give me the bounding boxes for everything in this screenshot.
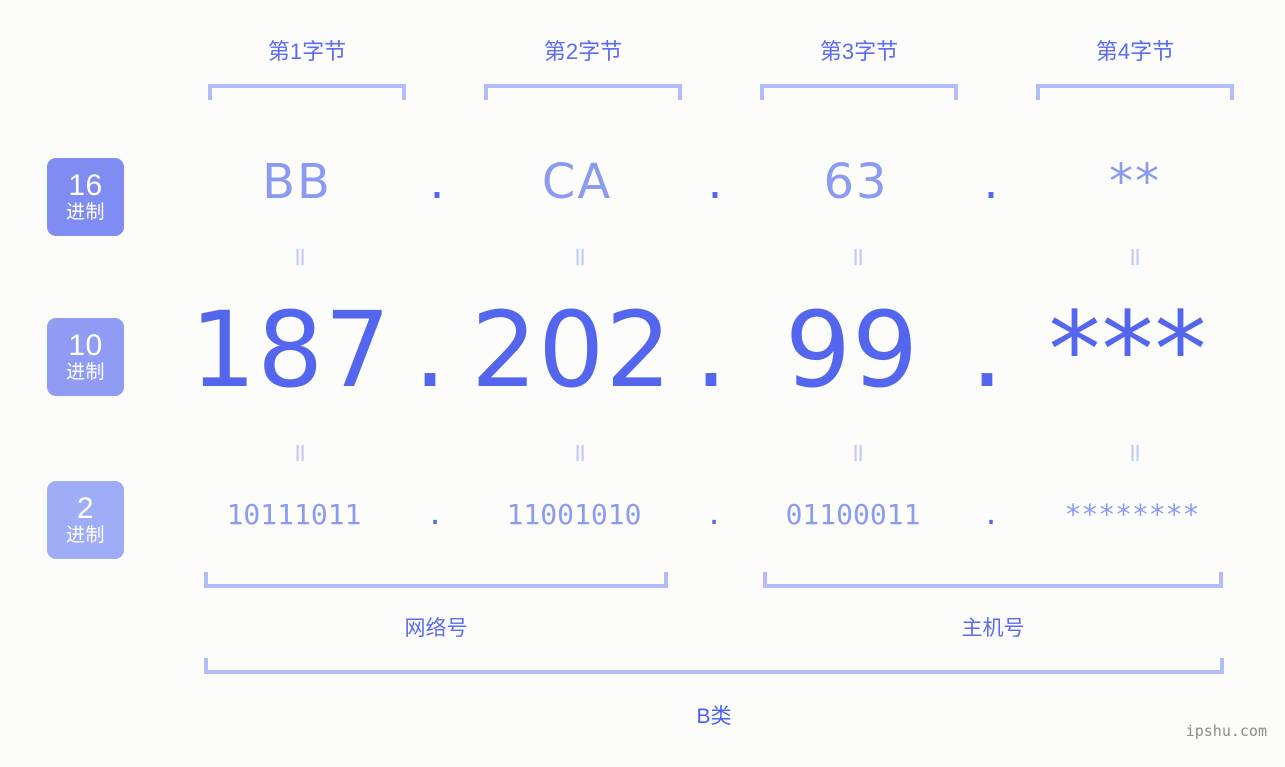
hex-byte-3: 63: [823, 154, 889, 210]
byte-header-label-3: 第3字节: [819, 39, 899, 64]
binary-separator-3: .: [982, 498, 1000, 531]
byte-bracket-1: [208, 84, 406, 100]
byte-header-label-4: 第4字节: [1095, 39, 1175, 64]
hex-byte-1: BB: [262, 154, 332, 210]
decimal-byte-2: 202: [471, 289, 673, 411]
host-portion-bracket: [763, 572, 1223, 588]
equals-connector-dec-bin-1: =: [284, 442, 315, 464]
equals-connector-hex-dec-4: =: [1119, 246, 1150, 268]
base-badge-dec: 10 进制: [47, 318, 124, 396]
ip-breakdown-diagram: 第1字节 第2字节 第3字节 第4字节 16 进制 10 进制 2 进制 BB …: [0, 0, 1285, 767]
base-badge-bin: 2 进制: [47, 481, 124, 559]
base-badge-dec-number: 10: [68, 328, 103, 362]
equals-connector-dec-bin-4: =: [1119, 442, 1150, 464]
byte-bracket-3: [760, 84, 958, 100]
decimal-byte-3: 99: [784, 289, 920, 411]
network-portion-label: 网络号: [404, 617, 468, 640]
equals-connector-hex-dec-2: =: [564, 246, 595, 268]
decimal-separator-2: .: [694, 289, 728, 411]
hex-byte-4: **: [1109, 154, 1161, 210]
hex-separator-3: .: [983, 154, 999, 210]
hex-separator-1: .: [429, 154, 445, 210]
equals-connector-dec-bin-2: =: [564, 442, 595, 464]
decimal-byte-1: 187: [190, 289, 392, 411]
hex-byte-2: CA: [541, 154, 613, 210]
decimal-byte-4: ***: [1048, 289, 1208, 411]
base-badge-bin-number: 2: [76, 491, 95, 525]
base-badge-hex-word: 进制: [65, 202, 105, 224]
base-badge-bin-word: 进制: [65, 525, 105, 547]
binary-byte-3: 01100011: [785, 498, 921, 531]
network-portion-bracket: [204, 572, 668, 588]
binary-separator-2: .: [705, 498, 723, 531]
base-badge-dec-word: 进制: [65, 362, 105, 384]
site-watermark: ipshu.com: [1185, 722, 1267, 740]
byte-header-label-2: 第2字节: [543, 39, 623, 64]
byte-header-label-1: 第1字节: [267, 39, 347, 64]
equals-connector-hex-dec-1: =: [284, 246, 315, 268]
base-badge-hex-number: 16: [68, 168, 103, 202]
ip-class-label: B类: [696, 705, 732, 728]
decimal-separator-1: .: [413, 289, 447, 411]
equals-connector-dec-bin-3: =: [842, 442, 873, 464]
binary-byte-1: 10111011: [226, 498, 362, 531]
class-bracket: [204, 658, 1224, 674]
binary-byte-4: ********: [1064, 498, 1200, 531]
decimal-separator-3: .: [970, 289, 1004, 411]
hex-separator-2: .: [707, 154, 723, 210]
byte-bracket-2: [484, 84, 682, 100]
binary-separator-1: .: [426, 498, 444, 531]
equals-connector-hex-dec-3: =: [842, 246, 873, 268]
host-portion-label: 主机号: [961, 617, 1025, 640]
binary-byte-2: 11001010: [506, 498, 642, 531]
base-badge-hex: 16 进制: [47, 158, 124, 236]
byte-bracket-4: [1036, 84, 1234, 100]
